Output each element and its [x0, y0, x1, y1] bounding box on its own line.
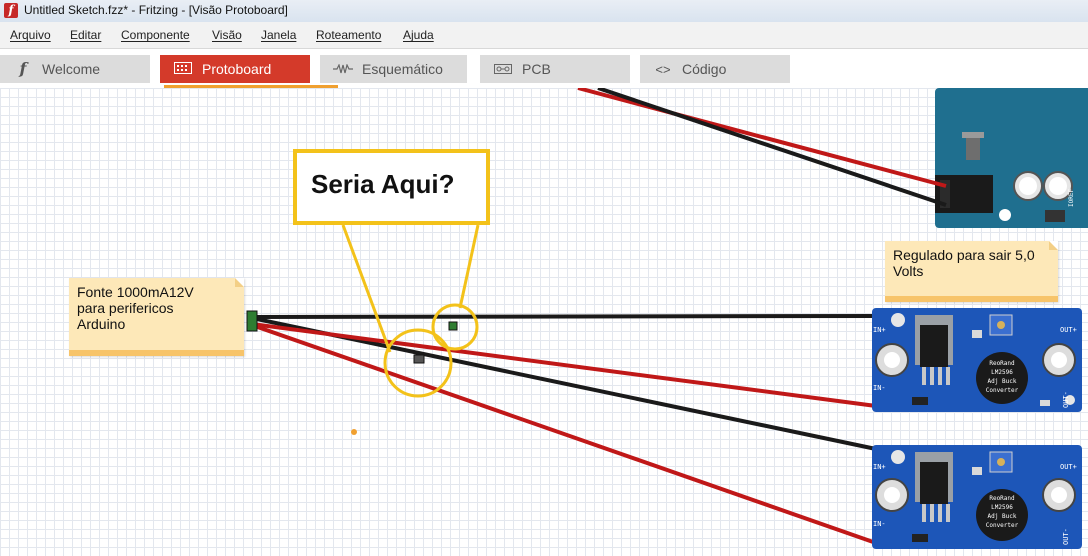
fritzing-app-icon: f: [4, 3, 18, 18]
svg-text:Adj Buck: Adj Buck: [988, 378, 1017, 385]
stray-dot: [351, 429, 357, 435]
svg-text:IN-: IN-: [873, 520, 886, 528]
svg-text:Converter: Converter: [986, 522, 1019, 529]
menu-roteamento[interactable]: Roteamento: [316, 28, 381, 42]
voltage-regulator: [966, 138, 980, 160]
mounting-hole: [999, 209, 1011, 221]
junction-node: [448, 321, 458, 331]
svg-text:Adj Buck: Adj Buck: [988, 513, 1017, 520]
menu-editar[interactable]: Editar: [70, 28, 101, 42]
menu-arquivo[interactable]: Arquivo: [10, 28, 51, 42]
svg-text:OUT-: OUT-: [1062, 391, 1070, 408]
note-fold: [1049, 241, 1058, 250]
svg-text:LM2596: LM2596: [991, 369, 1013, 376]
tab-codigo[interactable]: <> Código: [640, 55, 790, 83]
svg-text:IN+: IN+: [873, 463, 886, 471]
callout-box: Seria Aqui?: [293, 149, 490, 225]
junction-node: [413, 354, 425, 364]
wire-red-arduino: [577, 88, 947, 188]
note-fonte[interactable]: Fonte 1000mA12V para perifericos Arduino: [69, 278, 244, 356]
tab-label: Protoboard: [202, 61, 272, 77]
menu-janela[interactable]: Janela: [261, 28, 296, 42]
svg-text:Converter: Converter: [986, 387, 1019, 394]
callout-pointer: [341, 224, 392, 353]
breadboard-icon: [172, 56, 194, 84]
tab-welcome[interactable]: f Welcome: [0, 55, 150, 83]
view-tab-bar: f Welcome Protoboard Esquemático PCB <> Có…: [0, 49, 1088, 88]
svg-text:IN+: IN+: [873, 326, 886, 334]
note-text: Regulado para sair 5,0 Volts: [893, 247, 1035, 279]
power-connector: [246, 310, 258, 332]
wire-red-module1: [251, 322, 877, 408]
menu-componente[interactable]: Componente: [121, 28, 190, 42]
tab-label: Welcome: [42, 61, 101, 77]
fritzing-f-icon: f: [19, 59, 27, 78]
note-strip: [69, 350, 244, 356]
svg-text:LM2596: LM2596: [991, 504, 1013, 511]
menu-bar: Arquivo Editar Componente Visão Janela R…: [0, 22, 1088, 49]
tab-label: PCB: [522, 61, 551, 77]
note-strip: [885, 296, 1058, 302]
note-fold: [235, 278, 244, 287]
title-bar: f Untitled Sketch.fzz* - Fritzing - [Vis…: [0, 0, 1088, 22]
ioref-label: IOREF: [1068, 189, 1075, 207]
callout-text: Seria Aqui?: [311, 169, 455, 199]
wire-black-arduino: [597, 88, 947, 207]
callout-pointer: [458, 224, 480, 309]
menu-visao[interactable]: Visão: [212, 28, 242, 42]
pcb-icon: [492, 56, 514, 84]
buck-converter-module-1[interactable]: ReoRand LM2596 Adj Buck Converter IN+ IN…: [872, 308, 1082, 412]
svg-text:OUT+: OUT+: [1060, 326, 1077, 334]
buck-converter-module-2[interactable]: ReoRand LM2596 Adj Buck Converter IN+ IN…: [872, 445, 1082, 549]
window-title: Untitled Sketch.fzz* - Fritzing - [Visão…: [24, 3, 288, 17]
arduino-board[interactable]: IOREF: [935, 88, 1088, 228]
resistor-icon: [332, 56, 354, 84]
note-regulado[interactable]: Regulado para sair 5,0 Volts: [885, 241, 1058, 302]
svg-text:OUT-: OUT-: [1062, 528, 1070, 545]
tab-pcb[interactable]: PCB: [480, 55, 630, 83]
svg-text:IN-: IN-: [873, 384, 886, 392]
menu-ajuda[interactable]: Ajuda: [403, 28, 434, 42]
svg-text:ReoRand: ReoRand: [989, 495, 1015, 502]
note-text: Fonte 1000mA12V para perifericos Arduino: [77, 284, 194, 332]
svg-text:ReoRand: ReoRand: [989, 360, 1015, 367]
svg-text:OUT+: OUT+: [1060, 463, 1077, 471]
tab-label: Código: [682, 61, 727, 77]
wire-black-module1: [251, 314, 877, 319]
tab-esquematico[interactable]: Esquemático: [320, 55, 467, 83]
code-brackets-icon: <>: [655, 62, 671, 77]
wire-red-module2: [251, 323, 877, 545]
tab-protoboard[interactable]: Protoboard: [160, 55, 310, 83]
tab-label: Esquemático: [362, 61, 443, 77]
